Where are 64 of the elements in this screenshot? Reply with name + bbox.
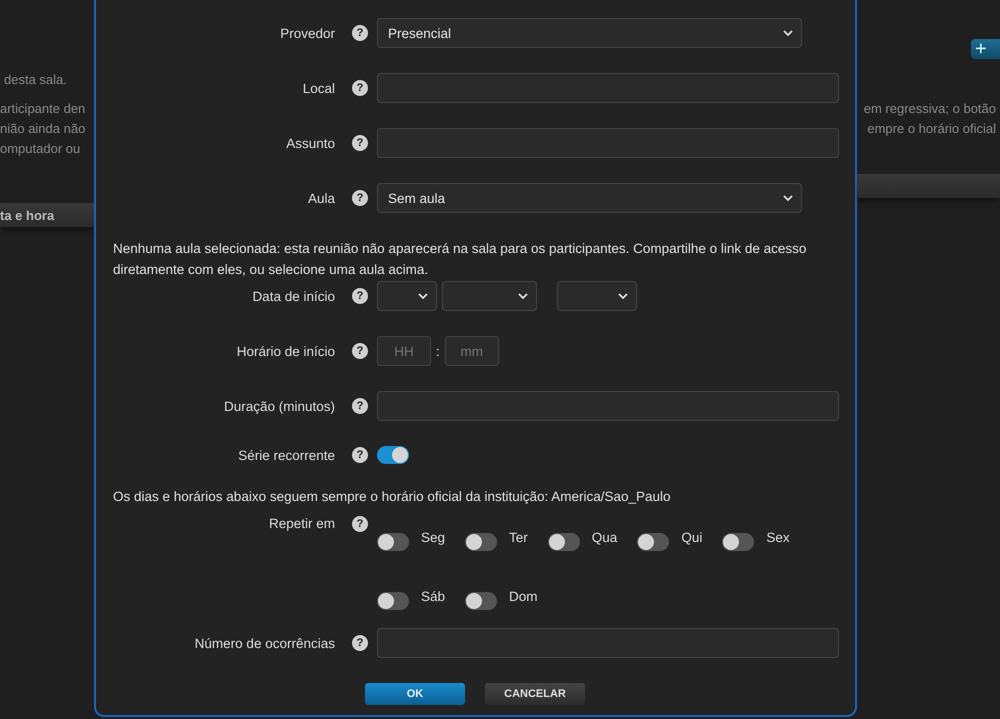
- field-label: Número de ocorrências: [194, 636, 335, 650]
- column-heading: ta e hora: [0, 208, 54, 222]
- input-field[interactable]: HH: [377, 336, 431, 366]
- chevron-icon: [418, 292, 428, 300]
- add-button[interactable]: +: [971, 39, 1000, 59]
- toggle-switch[interactable]: [722, 532, 754, 550]
- text-line: omputador ou: [0, 140, 82, 158]
- info-text: Os dias e horários abaixo seguem sempre o horário oficial da instituição: America/Sao_Paulo: [112, 488, 672, 506]
- text-line: empre o horário oficial: [867, 120, 997, 138]
- select-field[interactable]: [442, 281, 537, 311]
- field-label: Duração (minutos): [222, 398, 335, 414]
- chevron-icon: [783, 194, 793, 202]
- field-label: Aula: [306, 190, 335, 206]
- text-line: em regressiva; o botão: [864, 100, 997, 118]
- toggle-switch[interactable]: [637, 532, 670, 550]
- text-line: articipante den: [0, 100, 86, 118]
- help-icon[interactable]: ?: [352, 80, 368, 96]
- input-field[interactable]: mm: [444, 336, 499, 366]
- toggle-switch[interactable]: [465, 532, 498, 550]
- toggle-switch[interactable]: [377, 532, 409, 550]
- input-field[interactable]: [377, 128, 839, 158]
- field-label: Assunto: [285, 136, 335, 150]
- cancel-button[interactable]: CANCELAR: [485, 683, 585, 705]
- chevron-icon: [783, 29, 793, 37]
- day-label: Qua: [592, 530, 618, 545]
- select-field[interactable]: [377, 281, 437, 311]
- text-line: desta sala.: [3, 71, 68, 89]
- select-field[interactable]: Presencial: [377, 18, 802, 48]
- help-icon[interactable]: ?: [352, 635, 368, 651]
- toggle-switch[interactable]: [377, 446, 409, 464]
- field-label: Horário de início: [236, 344, 335, 358]
- help-icon[interactable]: ?: [352, 135, 368, 151]
- help-icon[interactable]: ?: [352, 447, 368, 463]
- field-label: Série recorrente: [237, 448, 335, 462]
- day-label: Qui: [681, 530, 702, 545]
- toggle-switch[interactable]: [377, 592, 409, 610]
- day-label: Ter: [509, 530, 528, 545]
- day-label: Seg: [421, 530, 446, 545]
- field-label: Provedor: [279, 26, 335, 40]
- field-label: Local: [302, 80, 335, 96]
- input-field[interactable]: [377, 391, 839, 421]
- field-label: Repetir em: [268, 516, 335, 531]
- chevron-icon: [618, 292, 628, 300]
- text-line: nião ainda não: [0, 120, 86, 138]
- ok-button[interactable]: OK: [365, 683, 465, 705]
- help-icon[interactable]: ?: [352, 343, 368, 359]
- toggle-switch[interactable]: [548, 532, 580, 550]
- info-text: Nenhuma aula selecionada: esta reunião não aparecerá na sala para os participantes. Compartilhe o link de acesso diretamente com eles, ou selecione uma aula acima.: [112, 240, 808, 279]
- toggle-switch[interactable]: [465, 592, 498, 610]
- day-label: Sex: [766, 530, 790, 545]
- input-field[interactable]: [377, 73, 839, 103]
- day-label: Dom: [509, 589, 538, 604]
- chevron-icon: [518, 292, 528, 300]
- select-field[interactable]: [557, 281, 637, 311]
- help-icon[interactable]: ?: [352, 25, 368, 41]
- help-icon[interactable]: ?: [352, 516, 368, 532]
- day-label: Sáb: [421, 589, 446, 604]
- field-label: Data de início: [251, 288, 335, 304]
- help-icon[interactable]: ?: [352, 398, 368, 414]
- input-field[interactable]: [377, 628, 839, 658]
- select-field[interactable]: Sem aula: [377, 183, 802, 213]
- help-icon[interactable]: ?: [352, 190, 368, 206]
- help-icon[interactable]: ?: [352, 288, 368, 304]
- time-separator: :: [436, 344, 440, 358]
